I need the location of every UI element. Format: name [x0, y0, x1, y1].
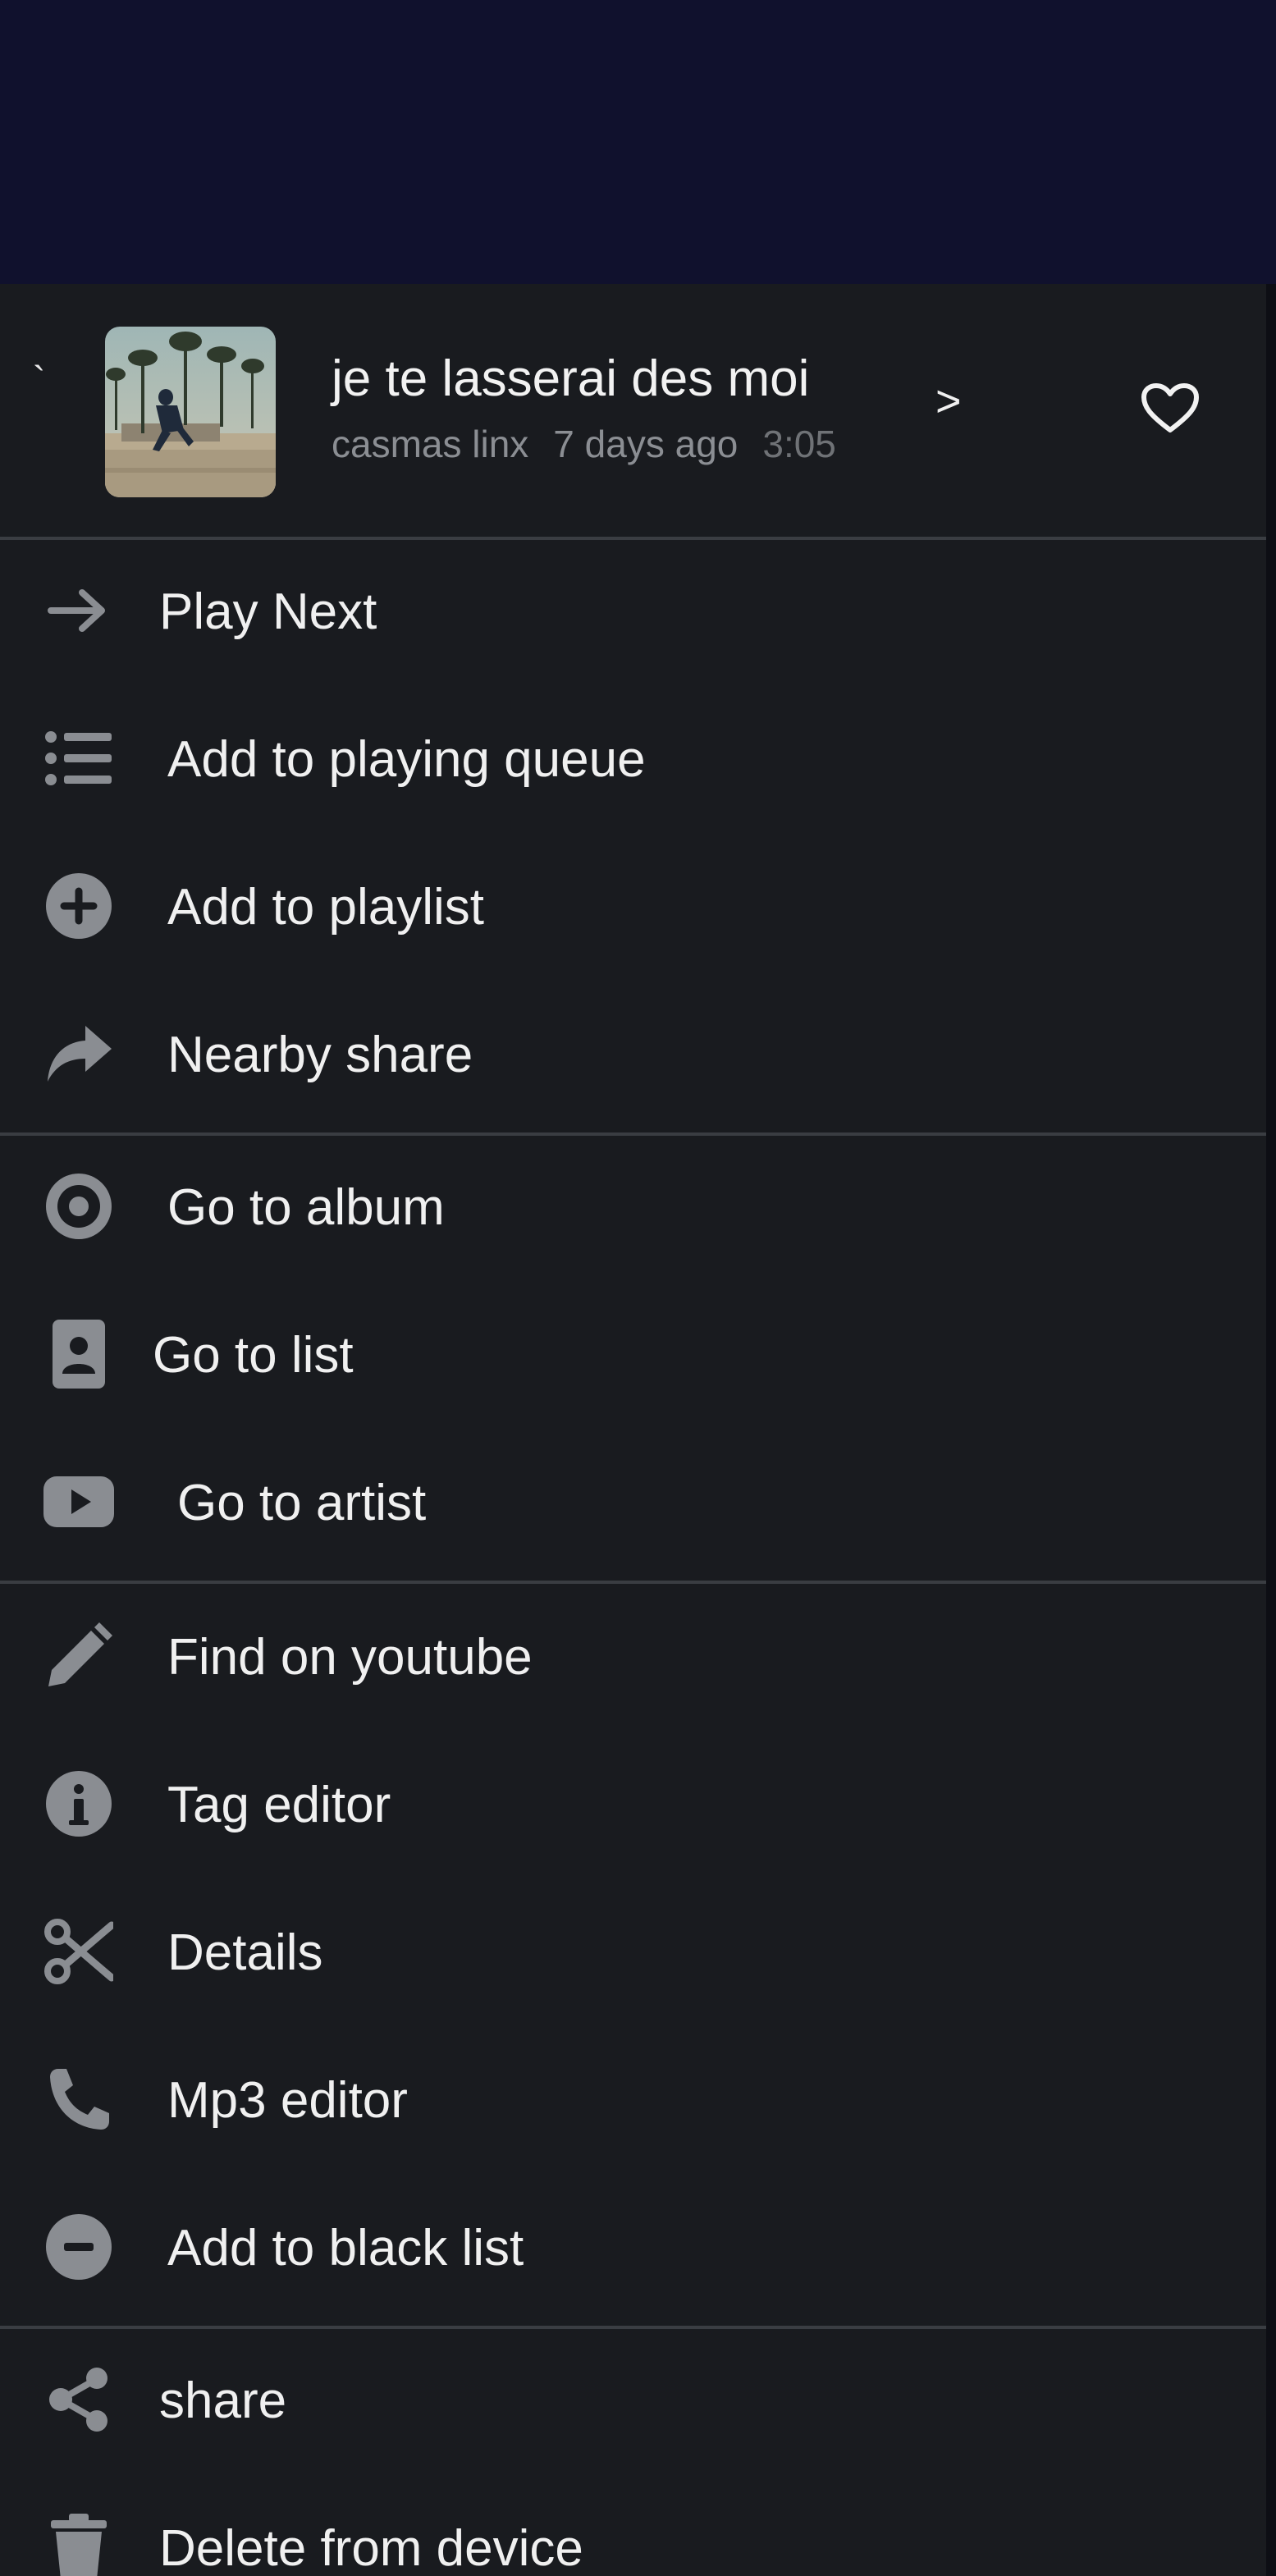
drag-handle-icon[interactable]: ` [33, 358, 45, 402]
edge-strip [1266, 284, 1276, 2576]
menu-item-add-to-queue[interactable]: Add to playing queue [0, 686, 1266, 830]
song-meta: casmas linx 7 days ago 3:05 [332, 422, 861, 466]
menu-item-label: Play Next [159, 583, 377, 640]
song-header: ` je te lasserai des moi casmas linx 7 d… [0, 284, 1266, 538]
song-duration: 3:05 [762, 423, 836, 465]
minus-circle-icon [43, 2214, 115, 2280]
open-song-button[interactable]: > [935, 376, 962, 427]
menu-item-nearby-share[interactable]: Nearby share [0, 981, 1266, 1126]
artist-name: casmas linx [332, 423, 529, 465]
menu-item-label: share [159, 2372, 287, 2429]
menu-item-go-to-list[interactable]: Go to list [0, 1282, 1266, 1426]
menu-item-label: Tag editor [167, 1777, 391, 1833]
song-title: je te lasserai des moi [332, 350, 810, 407]
menu-item-share[interactable]: share [0, 2327, 1266, 2472]
contact-card-icon [43, 1320, 115, 1389]
top-app-area [0, 0, 1276, 284]
menu-item-label: Go to list [153, 1327, 354, 1384]
menu-item-label: Go to artist [177, 1475, 427, 1531]
menu-item-label: Delete from device [159, 2520, 583, 2576]
menu-item-find-on-youtube[interactable]: Find on youtube [0, 1584, 1266, 1728]
menu-item-label: Details [167, 1924, 323, 1981]
favorite-heart-icon[interactable] [1141, 382, 1200, 435]
menu-item-tag-editor[interactable]: Tag editor [0, 1732, 1266, 1876]
menu-item-go-to-artist[interactable]: Go to artist [0, 1430, 1266, 1574]
menu-item-label: Add to playlist [167, 879, 484, 936]
menu-item-label: Nearby share [167, 1027, 473, 1083]
trash-icon [43, 2514, 115, 2576]
menu-item-go-to-album[interactable]: Go to album [0, 1134, 1266, 1279]
menu-item-label: Add to black list [167, 2220, 524, 2276]
info-icon [43, 1771, 115, 1837]
youtube-icon [43, 1469, 115, 1535]
menu-item-add-to-playlist[interactable]: Add to playlist [0, 834, 1266, 978]
added-date: 7 days ago [553, 423, 739, 465]
list-icon [43, 725, 115, 791]
menu-item-label: Add to playing queue [167, 731, 646, 788]
menu-item-mp3-editor[interactable]: Mp3 editor [0, 2027, 1266, 2171]
share-arrow-icon [43, 1021, 115, 1087]
share-nodes-icon [43, 2367, 115, 2432]
menu-item-delete-from-device[interactable]: Delete from device [0, 2475, 1266, 2576]
arrow-right-icon [43, 578, 115, 643]
scissors-icon [43, 1919, 115, 1984]
menu-item-label: Go to album [167, 1179, 445, 1236]
song-options-sheet: ` je te lasserai des moi casmas linx 7 d… [0, 284, 1266, 2576]
plus-circle-icon [43, 873, 115, 939]
disc-icon [43, 1174, 115, 1239]
menu-item-details[interactable]: Details [0, 1879, 1266, 2024]
menu-item-add-to-black-list[interactable]: Add to black list [0, 2175, 1266, 2319]
pencil-icon [43, 1622, 115, 1689]
menu-item-play-next[interactable]: Play Next [0, 538, 1266, 683]
phone-icon [43, 2066, 115, 2132]
menu-item-label: Mp3 editor [167, 2072, 408, 2129]
album-art[interactable] [105, 327, 276, 497]
menu-item-label: Find on youtube [167, 1629, 533, 1686]
